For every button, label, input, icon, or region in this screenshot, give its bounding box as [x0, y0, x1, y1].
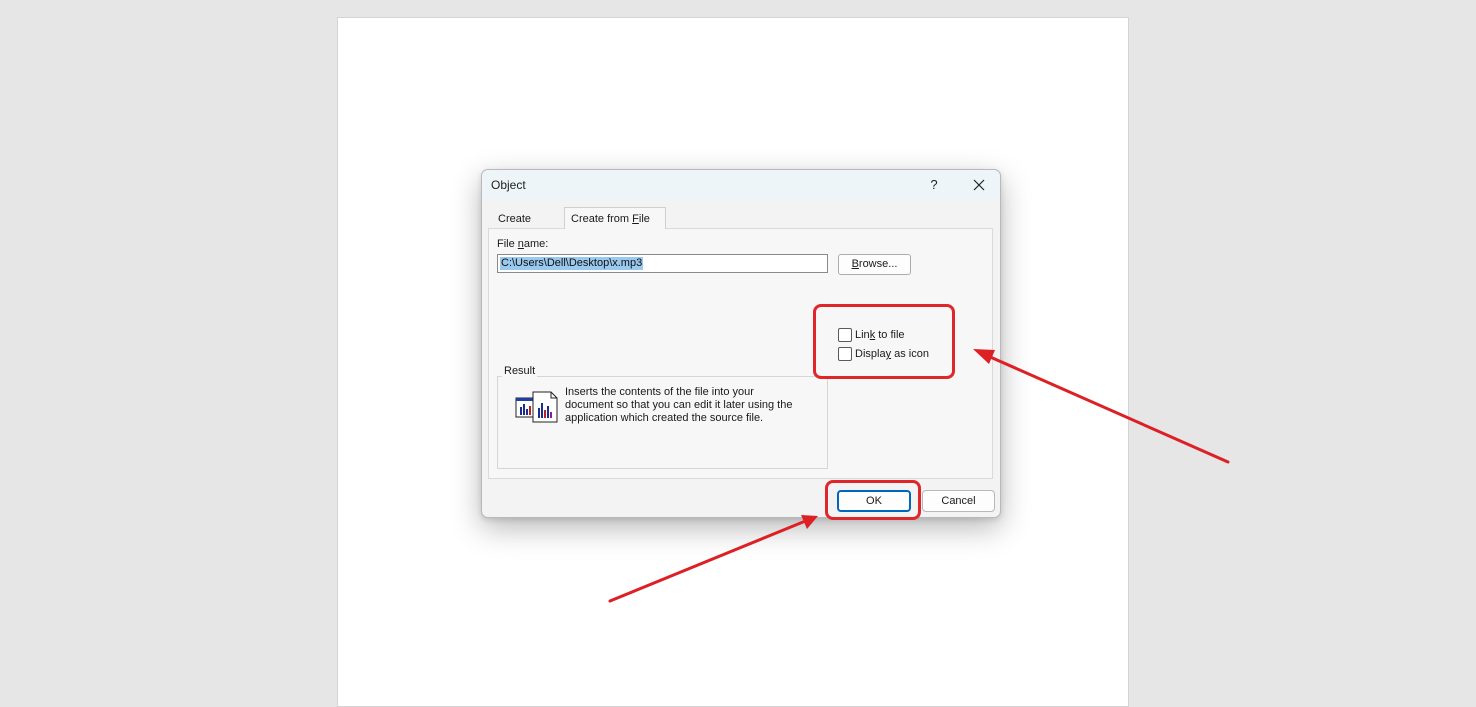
highlight-ok-button	[825, 480, 921, 520]
cancel-button[interactable]: Cancel	[922, 490, 995, 512]
embedded-object-icon	[515, 391, 558, 423]
file-name-input[interactable]: C:\Users\Dell\Desktop\x.mp3	[497, 254, 828, 273]
tab-create-new[interactable]: Create New	[492, 210, 562, 244]
result-icon	[515, 391, 559, 425]
dialog-titlebar: Object ?	[482, 170, 1000, 200]
close-button[interactable]	[967, 175, 991, 195]
file-name-value: C:\Users\Dell\Desktop\x.mp3	[500, 257, 644, 270]
result-legend: Result	[502, 365, 538, 377]
browse-button[interactable]: Browse...	[838, 254, 911, 275]
file-name-label: File name:	[497, 238, 549, 250]
close-icon	[973, 179, 985, 191]
browse-button-label: Browse...	[851, 258, 898, 270]
highlight-checkbox-group	[813, 304, 955, 379]
tab-create-from-file[interactable]: Create from File	[564, 207, 666, 229]
result-description: Inserts the contents of the file into yo…	[565, 386, 793, 424]
dialog-title: Object	[491, 178, 526, 192]
tab-create-from-file-label: Create from File	[571, 213, 650, 225]
help-button[interactable]: ?	[922, 175, 946, 195]
